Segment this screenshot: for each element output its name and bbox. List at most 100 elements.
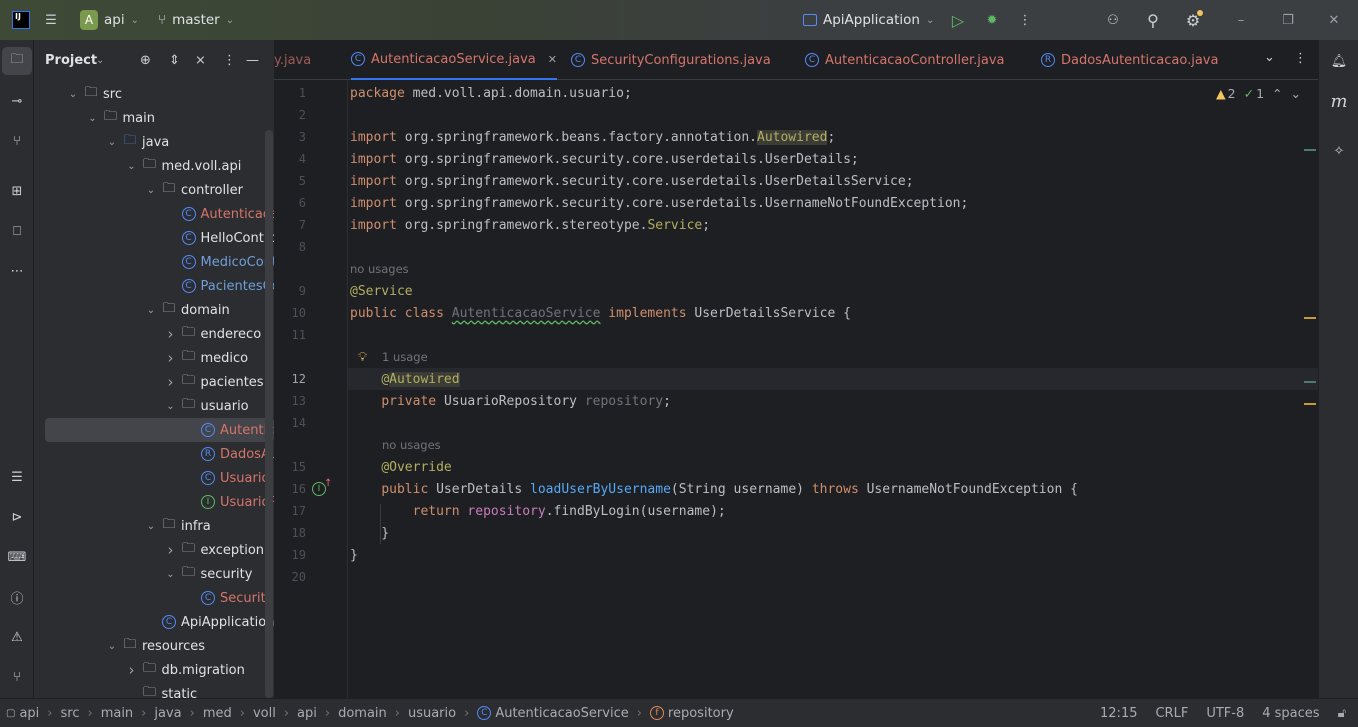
- breadcrumb-item[interactable]: java: [154, 706, 181, 721]
- bookmarks-icon[interactable]: ⎕: [0, 217, 34, 245]
- chevron-down-icon[interactable]: ⌄: [142, 185, 160, 196]
- line-number[interactable]: 18: [274, 522, 306, 544]
- todo-list-icon[interactable]: ☰: [0, 463, 34, 491]
- more-options-icon[interactable]: ⋮: [1013, 8, 1037, 32]
- search-icon[interactable]: ⚲: [1141, 8, 1165, 32]
- lightbulb-icon[interactable]: 💡︎: [358, 350, 367, 365]
- line-number[interactable]: 11: [274, 324, 306, 346]
- services-run-icon[interactable]: ⊳: [0, 503, 34, 531]
- chevron-down-icon[interactable]: ⌄: [84, 113, 102, 124]
- tree-item[interactable]: CSecurityC: [34, 586, 274, 610]
- breadcrumb-item[interactable]: ▢ api: [6, 706, 39, 721]
- run-icon[interactable]: ▷: [946, 8, 970, 32]
- project-tool-folder-icon[interactable]: 🗀: [2, 47, 32, 75]
- tree-item[interactable]: 🗀 static: [34, 682, 274, 698]
- structure-icon[interactable]: ⊞: [0, 177, 34, 205]
- line-number[interactable]: 12: [274, 368, 306, 390]
- scroll-marker[interactable]: [1304, 381, 1316, 383]
- close-tab-icon[interactable]: ✕: [548, 53, 557, 66]
- line-number[interactable]: 5: [274, 170, 306, 192]
- chevron-down-icon[interactable]: ⌄: [123, 161, 141, 172]
- scroll-marker-warning[interactable]: [1304, 317, 1316, 319]
- tree-item[interactable]: C MedicoCont: [34, 250, 274, 274]
- chevron-down-icon[interactable]: ⌄: [162, 569, 180, 580]
- tab-autenticacaoservice[interactable]: C AutenticacaoService.java ✕: [351, 40, 557, 80]
- line-number[interactable]: 8: [274, 236, 306, 258]
- tree-item[interactable]: CAutentica: [45, 418, 274, 442]
- tree-item[interactable]: R DadosAu: [34, 442, 274, 466]
- breadcrumb-item[interactable]: voll: [253, 706, 276, 721]
- hide-panel-icon[interactable]: —: [246, 53, 259, 68]
- tree-item[interactable]: ⌄ 🗀 controller: [34, 178, 274, 202]
- line-number[interactable]: 1: [274, 82, 306, 104]
- warning-icon[interactable]: ⚠: [0, 623, 34, 651]
- terminal-icon[interactable]: ⌨: [0, 543, 34, 571]
- breadcrumb-item[interactable]: domain: [338, 706, 387, 721]
- line-separator[interactable]: CRLF: [1155, 706, 1188, 721]
- tab-securityconfigurations[interactable]: C SecurityConfigurations.java: [571, 40, 771, 80]
- pull-requests-icon[interactable]: ⑂: [0, 127, 34, 155]
- caret-position[interactable]: 12:15: [1100, 706, 1137, 721]
- tree-item[interactable]: ⌄ 🗀 domain: [34, 298, 274, 322]
- tree-item[interactable]: ⌄ 🗀 resources: [34, 634, 274, 658]
- commit-icon[interactable]: ⊸: [0, 87, 34, 115]
- expand-all-icon[interactable]: ⇕: [169, 53, 180, 68]
- restore-icon[interactable]: ❐: [1276, 8, 1300, 32]
- breadcrumb-item[interactable]: api: [297, 706, 317, 721]
- chevron-down-icon[interactable]: ⌄: [64, 89, 82, 100]
- line-number[interactable]: 17: [274, 500, 306, 522]
- chevron-down-icon[interactable]: ⌄: [162, 401, 180, 412]
- tree-item[interactable]: ⌄ 🗀 med.voll.api: [34, 154, 274, 178]
- close-window-icon[interactable]: ✕: [1322, 8, 1346, 32]
- line-number[interactable]: 7: [274, 214, 306, 236]
- notifications-bell-icon[interactable]: 🔔︎: [1319, 47, 1358, 75]
- line-number[interactable]: 13: [274, 390, 306, 412]
- line-number[interactable]: 16: [274, 478, 306, 500]
- usage-hint[interactable]: no usages: [382, 438, 441, 452]
- read-only-lock-icon[interactable]: 🔓︎: [1338, 706, 1346, 721]
- tab-autenticacaocontroller[interactable]: C AutenticacaoController.java: [805, 40, 1004, 80]
- project-selector[interactable]: A api ⌄: [80, 0, 139, 40]
- options-icon[interactable]: ⋮: [223, 53, 236, 68]
- scroll-marker-warning[interactable]: [1304, 403, 1316, 405]
- ai-assistant-icon[interactable]: ✧: [1319, 137, 1358, 165]
- line-number[interactable]: 2: [274, 104, 306, 126]
- scroll-marker[interactable]: [1304, 149, 1316, 151]
- chevron-down-icon[interactable]: ⌄: [103, 137, 121, 148]
- tree-item[interactable]: C HelloContro: [34, 226, 274, 250]
- code-editor[interactable]: ▲ 2 ✓ 1 ⌃ ⌄ package med.voll.api.domain.usu…: [348, 80, 1318, 698]
- chevron-down-icon[interactable]: ⌄: [142, 305, 160, 316]
- branch-selector[interactable]: ⑂ master ⌄: [158, 0, 234, 40]
- collapse-all-icon[interactable]: ⨯: [195, 53, 206, 68]
- chevron-right-icon[interactable]: ›: [123, 661, 141, 679]
- tree-item[interactable]: › 🗀 endereco: [34, 322, 274, 346]
- line-number[interactable]: 20: [274, 566, 306, 588]
- minimize-icon[interactable]: –: [1229, 8, 1253, 32]
- locate-file-icon[interactable]: ⊕: [140, 53, 151, 68]
- breadcrumb-item[interactable]: usuario: [408, 706, 456, 721]
- indent-setting[interactable]: 4 spaces: [1262, 706, 1319, 721]
- breadcrumb-item[interactable]: C AutenticacaoService: [477, 706, 629, 721]
- maven-icon[interactable]: m: [1319, 87, 1358, 115]
- chevron-right-icon[interactable]: ›: [162, 373, 180, 391]
- line-number[interactable]: 15: [274, 456, 306, 478]
- usage-hint[interactable]: no usages: [350, 262, 409, 276]
- settings-gear-icon[interactable]: ⚙: [1181, 8, 1205, 32]
- tabs-more-icon[interactable]: ⋮: [1294, 51, 1307, 66]
- chevron-down-icon[interactable]: ⌄: [96, 55, 104, 66]
- problems-icon[interactable]: ⓘ: [0, 583, 34, 611]
- git-icon[interactable]: ⑂: [0, 663, 34, 691]
- tree-item[interactable]: ⌄ 🗀 src: [34, 82, 274, 106]
- tree-item[interactable]: C Usuario: [34, 466, 274, 490]
- tree-scrollbar[interactable]: [265, 130, 273, 698]
- more-tools-icon[interactable]: ⋯: [0, 257, 34, 285]
- tree-item[interactable]: ⌄ 🗀 infra: [34, 514, 274, 538]
- tab-dadosautenticacao[interactable]: R DadosAutenticacao.java: [1041, 40, 1218, 80]
- breadcrumb-item[interactable]: f repository: [649, 706, 734, 721]
- chevron-right-icon[interactable]: ›: [162, 541, 180, 559]
- breadcrumb-item[interactable]: med: [203, 706, 232, 721]
- usage-hint[interactable]: 1 usage: [382, 350, 428, 364]
- tree-item[interactable]: I UsuarioR: [34, 490, 274, 514]
- tree-item[interactable]: › 🗀 pacientes: [34, 370, 274, 394]
- line-number[interactable]: 19: [274, 544, 306, 566]
